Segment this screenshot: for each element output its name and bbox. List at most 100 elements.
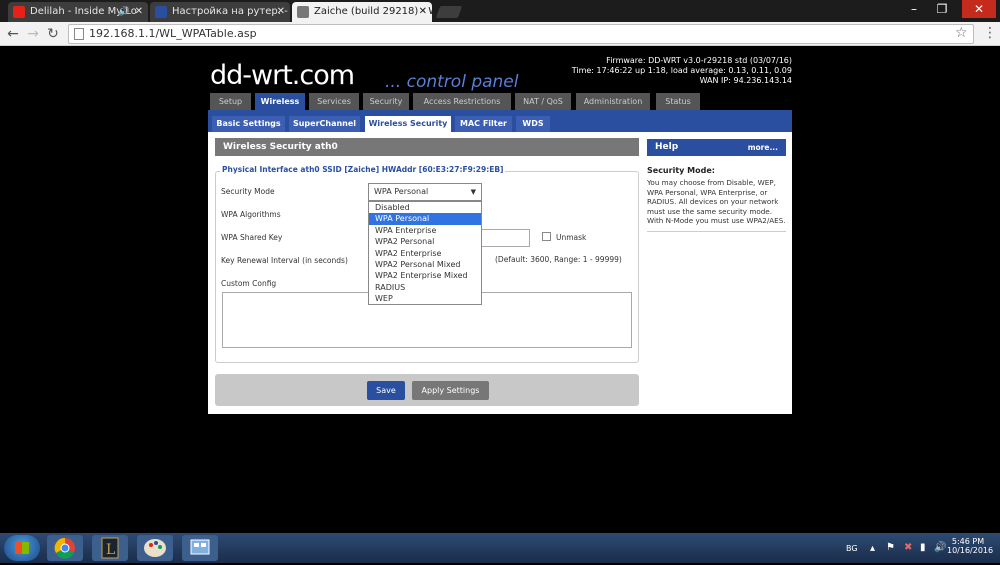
- custom-config-label: Custom Config: [221, 279, 277, 288]
- unmask-checkbox[interactable]: [542, 232, 551, 241]
- maximize-button[interactable]: ❐: [928, 0, 956, 18]
- save-button[interactable]: Save: [367, 381, 405, 400]
- minimize-button[interactable]: –: [900, 0, 928, 18]
- reload-icon[interactable]: ↻: [44, 25, 62, 43]
- windows-logo-icon: [15, 542, 29, 554]
- language-indicator[interactable]: BG: [846, 544, 858, 553]
- site-favicon-icon: [155, 6, 167, 18]
- page-icon: [74, 28, 84, 40]
- tab-wireless[interactable]: Wireless: [255, 93, 305, 110]
- help-heading: Security Mode:: [647, 166, 715, 175]
- tab-title: Настройка на рутер. - С: [172, 6, 290, 17]
- unmask-label: Unmask: [556, 233, 587, 242]
- clock-time: 5:46 PM: [951, 537, 985, 546]
- tab-title: Zaiche (build 29218) - W: [314, 6, 432, 17]
- tab-nat-qos[interactable]: NAT / QoS: [515, 93, 571, 110]
- help-header: Help more...: [647, 139, 786, 156]
- browser-tab-bar: Delilah - Inside My Lo 🔊 ✕ Настройка на …: [0, 0, 1000, 22]
- paint-icon: [144, 539, 166, 557]
- tab-administration[interactable]: Administration: [576, 93, 650, 110]
- security-mode-label: Security Mode: [221, 187, 275, 196]
- wan-ip-text: WAN IP: 94.236.143.14: [699, 76, 792, 85]
- network-icon[interactable]: ✖: [904, 542, 912, 553]
- volume-icon[interactable]: 🔊: [934, 542, 946, 553]
- option-wpa2-personal[interactable]: WPA2 Personal: [369, 236, 481, 247]
- security-mode-dropdown: Disabled WPA Personal WPA Enterprise WPA…: [368, 201, 482, 305]
- control-panel-icon: [190, 539, 210, 555]
- forward-icon[interactable]: →: [24, 25, 42, 43]
- youtube-icon: [13, 6, 25, 18]
- option-wpa2-personal-mixed[interactable]: WPA2 Personal Mixed: [369, 259, 481, 270]
- wpa-algorithms-label: WPA Algorithms: [221, 210, 281, 219]
- browser-tab-ddwrt[interactable]: Zaiche (build 29218) - W ✕: [292, 2, 432, 22]
- tab-services[interactable]: Services: [309, 93, 359, 110]
- router-favicon-icon: [297, 6, 309, 18]
- wpa-shared-key-input[interactable]: [480, 229, 530, 247]
- help-more-link[interactable]: more...: [748, 139, 778, 156]
- control-panel-label: ... control panel: [385, 72, 519, 92]
- button-bar: Save Apply Settings: [215, 374, 639, 406]
- option-wep[interactable]: WEP: [369, 293, 481, 304]
- close-tab-icon[interactable]: ✕: [135, 2, 143, 22]
- help-body: You may choose from Disable, WEP, WPA Pe…: [647, 178, 786, 225]
- url-text: 192.168.1.1/WL_WPATable.asp: [89, 27, 257, 40]
- option-wpa2-enterprise[interactable]: WPA2 Enterprise: [369, 248, 481, 259]
- chevron-down-icon: ▼: [470, 188, 476, 196]
- league-taskbar-icon[interactable]: L: [92, 535, 128, 561]
- url-input[interactable]: 192.168.1.1/WL_WPATable.asp: [68, 24, 974, 44]
- paint-taskbar-icon[interactable]: [137, 535, 173, 561]
- new-tab-button[interactable]: [435, 6, 463, 18]
- menu-icon[interactable]: ⋮: [983, 24, 997, 42]
- start-button[interactable]: [4, 535, 40, 561]
- subtab-mac-filter[interactable]: MAC Filter: [455, 116, 512, 132]
- option-disabled[interactable]: Disabled: [369, 202, 481, 213]
- windows-taskbar: L BG ▴ ⚑ ✖ ▮ 🔊 5:46 PM 10/16/2016: [0, 533, 1000, 563]
- option-wpa-personal[interactable]: WPA Personal: [369, 213, 481, 225]
- subtab-wds[interactable]: WDS: [516, 116, 550, 132]
- tab-access-restrictions[interactable]: Access Restrictions: [413, 93, 511, 110]
- sub-tabs-bar: Basic Settings SuperChannel Wireless Sec…: [208, 110, 792, 132]
- tab-setup[interactable]: Setup: [210, 93, 251, 110]
- content-panel: Wireless Security ath0 Physical Interfac…: [208, 132, 792, 414]
- option-radius[interactable]: RADIUS: [369, 282, 481, 293]
- chrome-taskbar-icon[interactable]: [47, 535, 83, 561]
- clock-date: 10/16/2016: [947, 546, 994, 555]
- signal-icon[interactable]: ▮: [920, 542, 926, 553]
- firmware-text: Firmware: DD-WRT v3.0-r29218 std (03/07/…: [606, 56, 792, 65]
- back-icon[interactable]: ←: [4, 25, 22, 43]
- close-tab-icon[interactable]: ✕: [277, 2, 285, 22]
- subtab-wireless-security[interactable]: Wireless Security: [365, 116, 451, 132]
- ddwrt-logo: dd-wrt.com: [210, 60, 355, 91]
- security-mode-value: WPA Personal: [374, 187, 429, 196]
- league-icon: L: [101, 537, 119, 559]
- time-text: Time: 17:46:22 up 1:18, load average: 0.…: [571, 66, 792, 75]
- option-wpa-enterprise[interactable]: WPA Enterprise: [369, 225, 481, 236]
- flag-icon[interactable]: ⚑: [886, 542, 895, 553]
- svg-text:L: L: [106, 542, 115, 558]
- address-bar: ← → ↻ 192.168.1.1/WL_WPATable.asp ☆ ⋮: [0, 22, 1000, 46]
- security-mode-select[interactable]: WPA Personal ▼: [368, 183, 482, 201]
- subtab-superchannel[interactable]: SuperChannel: [289, 116, 360, 132]
- tab-security[interactable]: Security: [363, 93, 409, 110]
- tray-expand-icon[interactable]: ▴: [870, 543, 875, 554]
- key-renewal-hint: (Default: 3600, Range: 1 - 99999): [495, 255, 622, 264]
- help-title: Help: [655, 142, 679, 152]
- key-renewal-label: Key Renewal Interval (in seconds): [221, 256, 348, 265]
- subtab-basic-settings[interactable]: Basic Settings: [212, 116, 285, 132]
- browser-tab-router-settings[interactable]: Настройка на рутер. - С ✕: [150, 2, 290, 22]
- option-wpa2-enterprise-mixed[interactable]: WPA2 Enterprise Mixed: [369, 270, 481, 281]
- bookmark-star-icon[interactable]: ☆: [955, 24, 968, 42]
- router-info: Firmware: DD-WRT v3.0-r29218 std (03/07/…: [572, 56, 792, 86]
- interface-legend: Physical Interface ath0 SSID [Zaiche] HW…: [220, 165, 506, 174]
- control-panel-taskbar-icon[interactable]: [182, 535, 218, 561]
- help-divider: [647, 231, 786, 232]
- apply-settings-button[interactable]: Apply Settings: [412, 381, 489, 400]
- tab-status[interactable]: Status: [656, 93, 700, 110]
- section-title: Wireless Security ath0: [215, 138, 639, 156]
- close-tab-icon[interactable]: ✕: [419, 2, 427, 22]
- clock[interactable]: 5:46 PM 10/16/2016: [947, 537, 994, 555]
- speaker-icon[interactable]: 🔊: [119, 2, 130, 22]
- close-window-button[interactable]: ✕: [962, 0, 996, 18]
- browser-tab-youtube[interactable]: Delilah - Inside My Lo 🔊 ✕: [8, 2, 148, 22]
- chrome-icon: [54, 537, 75, 559]
